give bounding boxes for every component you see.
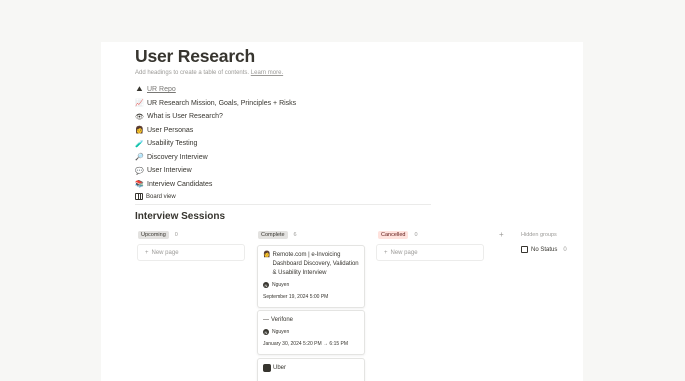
link-ur-mission[interactable]: 📈 UR Research Mission, Goals, Principles… bbox=[135, 97, 296, 111]
link-discovery-interview[interactable]: 🔎 Discovery Interview bbox=[135, 151, 296, 165]
divider bbox=[135, 204, 431, 205]
person-name: Nguyen bbox=[272, 329, 290, 335]
person-icon: 👩 bbox=[135, 127, 144, 135]
new-page-button[interactable]: + New page bbox=[376, 244, 484, 261]
card-date: September 19, 2024 5:00 PM bbox=[263, 294, 329, 300]
link-label: Interview Candidates bbox=[147, 180, 213, 188]
magnifier-icon: 🔎 bbox=[135, 154, 144, 162]
new-page-label: New page bbox=[390, 249, 418, 256]
page-content: User Research Add headings to create a t… bbox=[101, 42, 583, 381]
plus-icon: + bbox=[384, 249, 388, 256]
link-user-personas[interactable]: 👩 User Personas bbox=[135, 124, 296, 138]
link-user-interview[interactable]: 💬 User Interview bbox=[135, 164, 296, 178]
hidden-groups-label: Hidden groups bbox=[521, 232, 557, 238]
link-usability-testing[interactable]: 🧪 Usability Testing bbox=[135, 137, 296, 151]
person-name: Nguyen bbox=[272, 282, 290, 288]
hidden-group-no-status[interactable]: No Status 0 bbox=[521, 246, 567, 253]
link-label: Discovery Interview bbox=[147, 153, 208, 161]
no-status-label: No Status bbox=[531, 246, 558, 253]
board-card[interactable]: — Verifone N Nguyen January 30, 2024 5:2… bbox=[257, 310, 365, 355]
new-page-button[interactable]: + New page bbox=[137, 244, 245, 261]
card-person: N Nguyen bbox=[263, 282, 359, 288]
link-ur-repo[interactable]: ⛰ UR Repo bbox=[135, 83, 296, 97]
link-label: Usability Testing bbox=[147, 140, 198, 148]
mountain-icon: ⛰ bbox=[136, 85, 143, 93]
books-icon: 📚 bbox=[135, 181, 144, 189]
link-interview-candidates[interactable]: 📚 Interview Candidates bbox=[135, 178, 296, 192]
toc-hint: Add headings to create a table of conten… bbox=[135, 70, 283, 76]
card-title: — Verifone bbox=[263, 316, 359, 325]
plus-icon: + bbox=[145, 249, 149, 256]
card-title: 👩 Remote.com | e-Invoicing Dashboard Dis… bbox=[263, 251, 359, 278]
page-title: User Research bbox=[135, 46, 255, 66]
test-tube-icon: 🧪 bbox=[135, 140, 144, 148]
section-title: Interview Sessions bbox=[135, 211, 226, 222]
column-count: 6 bbox=[293, 232, 297, 238]
card-title: Uber bbox=[263, 364, 359, 373]
avatar: N bbox=[263, 282, 269, 288]
link-label: What is User Research? bbox=[147, 113, 223, 121]
card-date: January 30, 2024 5:20 PM → 6:15 PM bbox=[263, 341, 349, 347]
board-view-label: Board view bbox=[146, 193, 176, 200]
link-label: UR Repo bbox=[147, 86, 176, 94]
status-badge: Upcoming bbox=[138, 231, 169, 239]
add-group-button[interactable]: + bbox=[499, 230, 504, 239]
speech-bubble-icon: 💬 bbox=[135, 167, 144, 175]
link-what-is-ur[interactable]: 👁 What is User Research? bbox=[135, 110, 296, 124]
link-label: UR Research Mission, Goals, Principles +… bbox=[147, 99, 297, 107]
card-title-text: Uber bbox=[273, 365, 287, 371]
board-card[interactable]: Uber bbox=[257, 358, 365, 381]
board-icon bbox=[135, 193, 143, 200]
column-header-cancelled[interactable]: Cancelled 0 bbox=[378, 231, 418, 239]
card-title-text: Verifone bbox=[271, 317, 294, 323]
avatar: N bbox=[263, 329, 269, 335]
inbox-icon bbox=[521, 246, 528, 253]
link-label: User Interview bbox=[147, 167, 192, 175]
column-header-upcoming[interactable]: Upcoming 0 bbox=[138, 231, 178, 239]
group-count: 0 bbox=[563, 246, 567, 253]
verifone-logo-icon: — bbox=[263, 317, 269, 323]
link-label: User Personas bbox=[147, 126, 194, 134]
toc-hint-text: Add headings to create a table of conten… bbox=[135, 70, 250, 76]
card-title-text: Remote.com | e-Invoicing Dashboard Disco… bbox=[272, 252, 359, 276]
status-badge: Complete bbox=[258, 231, 288, 239]
eye-icon: 👁 bbox=[135, 113, 144, 121]
chart-icon: 📈 bbox=[135, 100, 144, 108]
board-view-tab[interactable]: Board view bbox=[135, 193, 176, 200]
column-count: 0 bbox=[414, 232, 418, 238]
person-icon: 👩 bbox=[263, 252, 271, 258]
card-person: N Nguyen bbox=[263, 329, 359, 335]
learn-more-link[interactable]: Learn more. bbox=[251, 70, 283, 76]
status-badge: Cancelled bbox=[378, 231, 409, 239]
column-count: 0 bbox=[174, 232, 178, 238]
page-links-list: ⛰ UR Repo 📈 UR Research Mission, Goals, … bbox=[135, 83, 296, 191]
board-card[interactable]: 👩 Remote.com | e-Invoicing Dashboard Dis… bbox=[257, 245, 365, 308]
column-header-complete[interactable]: Complete 6 bbox=[258, 231, 297, 239]
uber-logo-icon bbox=[263, 364, 271, 372]
new-page-label: New page bbox=[151, 249, 179, 256]
